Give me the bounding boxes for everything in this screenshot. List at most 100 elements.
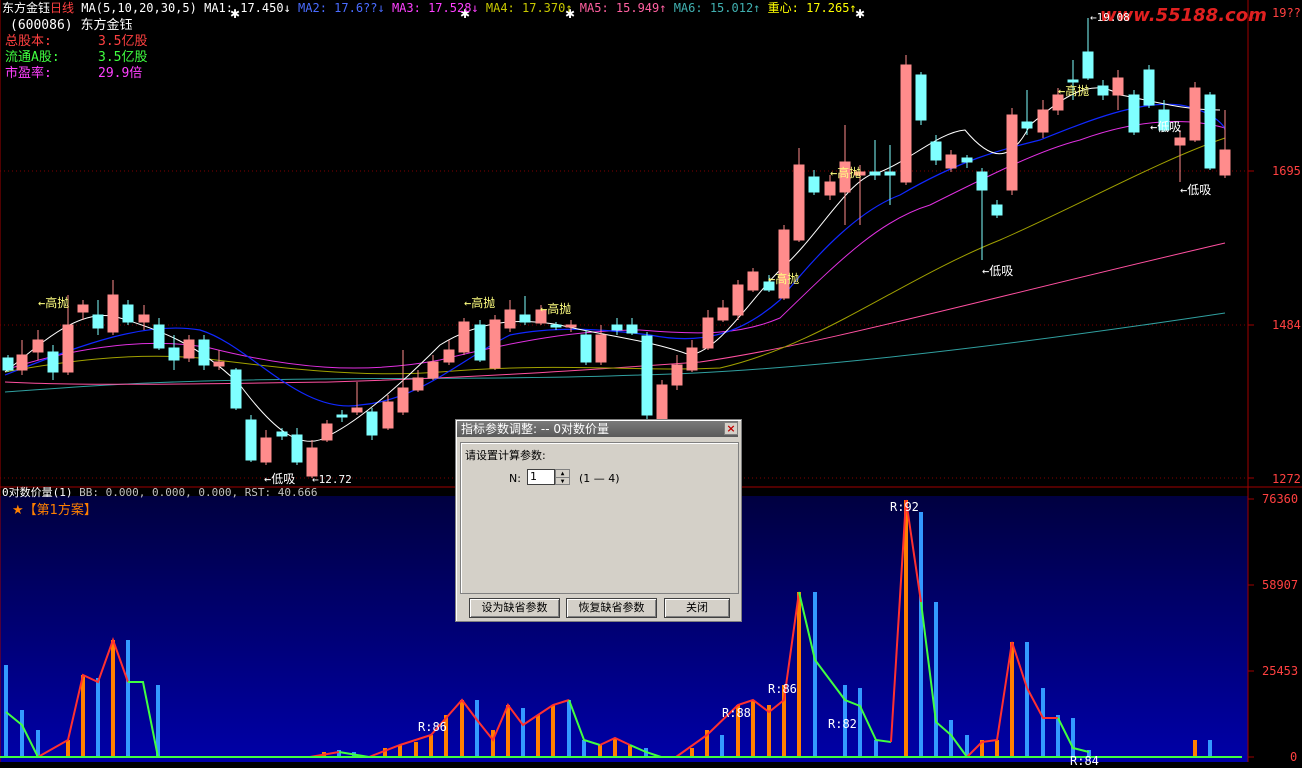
restore-default-button[interactable]: 恢复缺省参数 [566,598,657,618]
candle-body [62,324,74,373]
chart-stage[interactable]: ✱ ✱ ✱ ✱ 东方金钰日线 MA(5,10,20,30,5) MA1: 17.… [0,0,1302,768]
indicator-title[interactable]: 0对数价量(1) [2,486,73,499]
candle[interactable] [1037,100,1049,138]
r-label: R:86 [418,720,447,734]
candle[interactable] [1006,108,1018,195]
candle[interactable] [1112,70,1124,110]
candle[interactable] [276,428,288,440]
candle[interactable] [351,382,363,415]
candle-body [900,64,912,183]
candle[interactable] [626,318,638,335]
candle[interactable] [107,280,119,335]
candle[interactable] [580,330,592,365]
candle-body [656,384,668,421]
candle[interactable] [489,315,501,370]
period-label[interactable]: 日线 [50,1,74,15]
candle[interactable] [778,225,790,300]
candle[interactable] [397,350,409,415]
candle[interactable] [153,318,165,350]
candle[interactable] [945,150,957,172]
candle[interactable] [92,300,104,335]
indicator-bar [613,738,617,757]
candle[interactable] [291,428,303,465]
candle[interactable] [474,320,486,362]
param-n-stepper[interactable]: ▲ ▼ [555,469,570,485]
candle[interactable] [183,335,195,362]
candle[interactable] [1082,18,1094,80]
candle[interactable] [198,335,210,370]
indicator-bar [551,705,555,757]
candle[interactable] [1097,80,1109,100]
candle[interactable] [260,430,272,465]
candle-body [77,304,89,313]
candle[interactable] [122,300,134,325]
candle[interactable] [900,55,912,185]
candle[interactable] [884,145,896,205]
candle-body [793,164,805,241]
scheme-label[interactable]: ★【第1方案】 [12,503,97,519]
stepper-up-icon[interactable]: ▲ [556,470,569,478]
candle[interactable] [915,72,927,125]
candle[interactable] [1219,110,1231,178]
candle[interactable] [732,280,744,320]
ma2-line [4,103,1226,407]
candle[interactable] [245,415,257,462]
candle[interactable] [717,300,729,322]
candle[interactable] [519,296,531,325]
candle[interactable] [808,170,820,195]
candle[interactable] [1189,82,1201,142]
stock-chart[interactable]: ✱ ✱ ✱ ✱ [0,0,1302,762]
candle[interactable] [230,368,242,410]
candle[interactable] [686,340,698,372]
candle[interactable] [1143,65,1155,108]
candle[interactable] [2,355,14,372]
candle[interactable] [77,300,89,320]
candle[interactable] [611,318,623,335]
indicator-param-dialog[interactable]: 指标参数调整: -- 0对数价量 × 请设置计算参数: N: (1 — 4) 1… [455,419,742,622]
indicator-bar [858,688,862,757]
candle[interactable] [930,135,942,165]
candle[interactable] [991,200,1003,218]
dialog-title[interactable]: 指标参数调整: -- 0对数价量 [457,421,738,437]
candle[interactable] [443,340,455,365]
candle[interactable] [1021,90,1033,135]
candle[interactable] [504,300,516,332]
indicator-bar [1010,642,1014,757]
indicator-bar [536,715,540,757]
candle-body [808,176,820,193]
candle[interactable] [1128,90,1140,135]
annotation-high: ←高抛 [38,296,70,310]
info-value: 3.5亿股 [98,34,148,49]
stock-info-title: (600086) 东方金钰 [10,18,132,34]
candle[interactable] [336,410,348,422]
candle-body [824,181,836,196]
candle[interactable] [366,408,378,440]
indicator-bar [66,740,70,757]
candle[interactable] [641,332,653,420]
param-n-input[interactable]: 1 [527,469,555,485]
close-icon[interactable]: × [724,422,738,435]
set-default-button[interactable]: 设为缺省参数 [469,598,560,618]
candle[interactable] [747,268,759,292]
candle[interactable] [321,420,333,442]
candle[interactable] [671,355,683,390]
candle[interactable] [550,322,562,330]
dialog-panel: 请设置计算参数: N: (1 — 4) [460,442,739,594]
candle[interactable] [565,320,577,332]
candle[interactable] [47,345,59,380]
candle[interactable] [793,148,805,242]
candle[interactable] [961,155,973,168]
close-button[interactable]: 关闭 [664,598,730,618]
candle[interactable] [16,340,28,375]
candle[interactable] [869,140,881,180]
candle[interactable] [458,318,470,355]
candle[interactable] [427,355,439,380]
candle[interactable] [138,305,150,330]
indicator-bar [398,745,402,757]
candle[interactable] [1204,92,1216,170]
candle[interactable] [32,330,44,360]
candle[interactable] [702,310,714,350]
candlesticks[interactable] [2,18,1231,478]
candle[interactable] [1174,130,1186,182]
stepper-down-icon[interactable]: ▼ [556,478,569,485]
